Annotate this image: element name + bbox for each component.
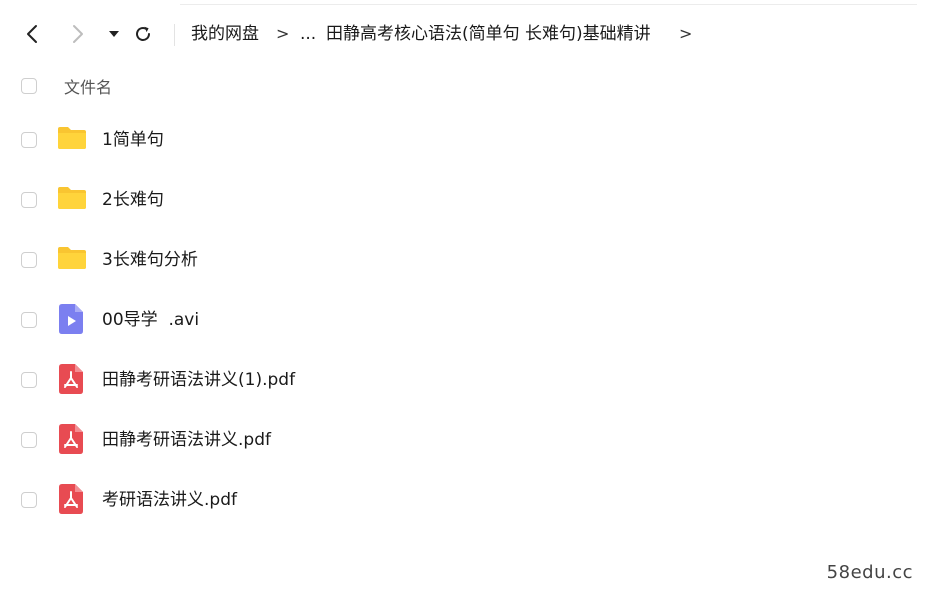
file-row[interactable]: 1简单句 <box>0 118 925 162</box>
row-checkbox[interactable] <box>21 252 37 268</box>
back-button[interactable] <box>18 20 46 48</box>
forward-button[interactable] <box>64 20 92 48</box>
row-checkbox[interactable] <box>21 192 37 208</box>
row-checkbox[interactable] <box>21 132 37 148</box>
row-checkbox[interactable] <box>21 432 37 448</box>
breadcrumb-current[interactable]: 田静高考核心语法(简单句 长难句)基础精讲 <box>326 22 651 46</box>
breadcrumb-root[interactable]: 我的网盘 <box>191 22 259 46</box>
file-row[interactable]: 2长难句 <box>0 178 925 222</box>
history-dropdown-button[interactable] <box>100 20 128 48</box>
file-row[interactable]: 00导学 .avi <box>0 298 925 342</box>
pdf-file-icon <box>59 484 83 518</box>
file-name[interactable]: 1简单句 <box>102 128 164 152</box>
folder-icon <box>57 186 87 214</box>
file-name[interactable]: 田静考研语法讲义.pdf <box>102 428 271 452</box>
chevron-right-icon <box>71 24 85 44</box>
refresh-button[interactable] <box>129 20 157 48</box>
toolbar-separator <box>174 24 175 46</box>
caret-down-icon <box>109 30 119 38</box>
row-checkbox[interactable] <box>21 372 37 388</box>
breadcrumb-separator: > <box>276 24 290 43</box>
breadcrumb-ellipsis[interactable]: ... <box>300 22 316 46</box>
select-all-checkbox[interactable] <box>21 78 37 94</box>
file-list-header: 文件名 <box>0 70 925 106</box>
file-name[interactable]: 2长难句 <box>102 188 164 212</box>
row-checkbox[interactable] <box>21 492 37 508</box>
folder-icon <box>57 246 87 274</box>
file-name[interactable]: 田静考研语法讲义(1).pdf <box>102 368 295 392</box>
navigation-toolbar: 我的网盘 > ... 田静高考核心语法(简单句 长难句)基础精讲 > <box>0 14 925 54</box>
chevron-left-icon <box>25 24 39 44</box>
top-divider <box>180 4 917 5</box>
file-row[interactable]: 田静考研语法讲义.pdf <box>0 418 925 462</box>
row-checkbox[interactable] <box>21 312 37 328</box>
pdf-file-icon <box>59 424 83 458</box>
file-row[interactable]: 3长难句分析 <box>0 238 925 282</box>
file-name[interactable]: 3长难句分析 <box>102 248 198 272</box>
video-file-icon <box>59 304 83 338</box>
breadcrumb-separator: > <box>679 24 693 43</box>
file-name[interactable]: 00导学 .avi <box>102 308 199 332</box>
refresh-icon <box>133 24 153 44</box>
pdf-file-icon <box>59 364 83 398</box>
file-row[interactable]: 田静考研语法讲义(1).pdf <box>0 358 925 402</box>
watermark: 58edu.cc <box>826 562 913 583</box>
file-name[interactable]: 考研语法讲义.pdf <box>102 488 237 512</box>
folder-icon <box>57 126 87 154</box>
filename-column-header[interactable]: 文件名 <box>64 76 112 100</box>
file-row[interactable]: 考研语法讲义.pdf <box>0 478 925 522</box>
